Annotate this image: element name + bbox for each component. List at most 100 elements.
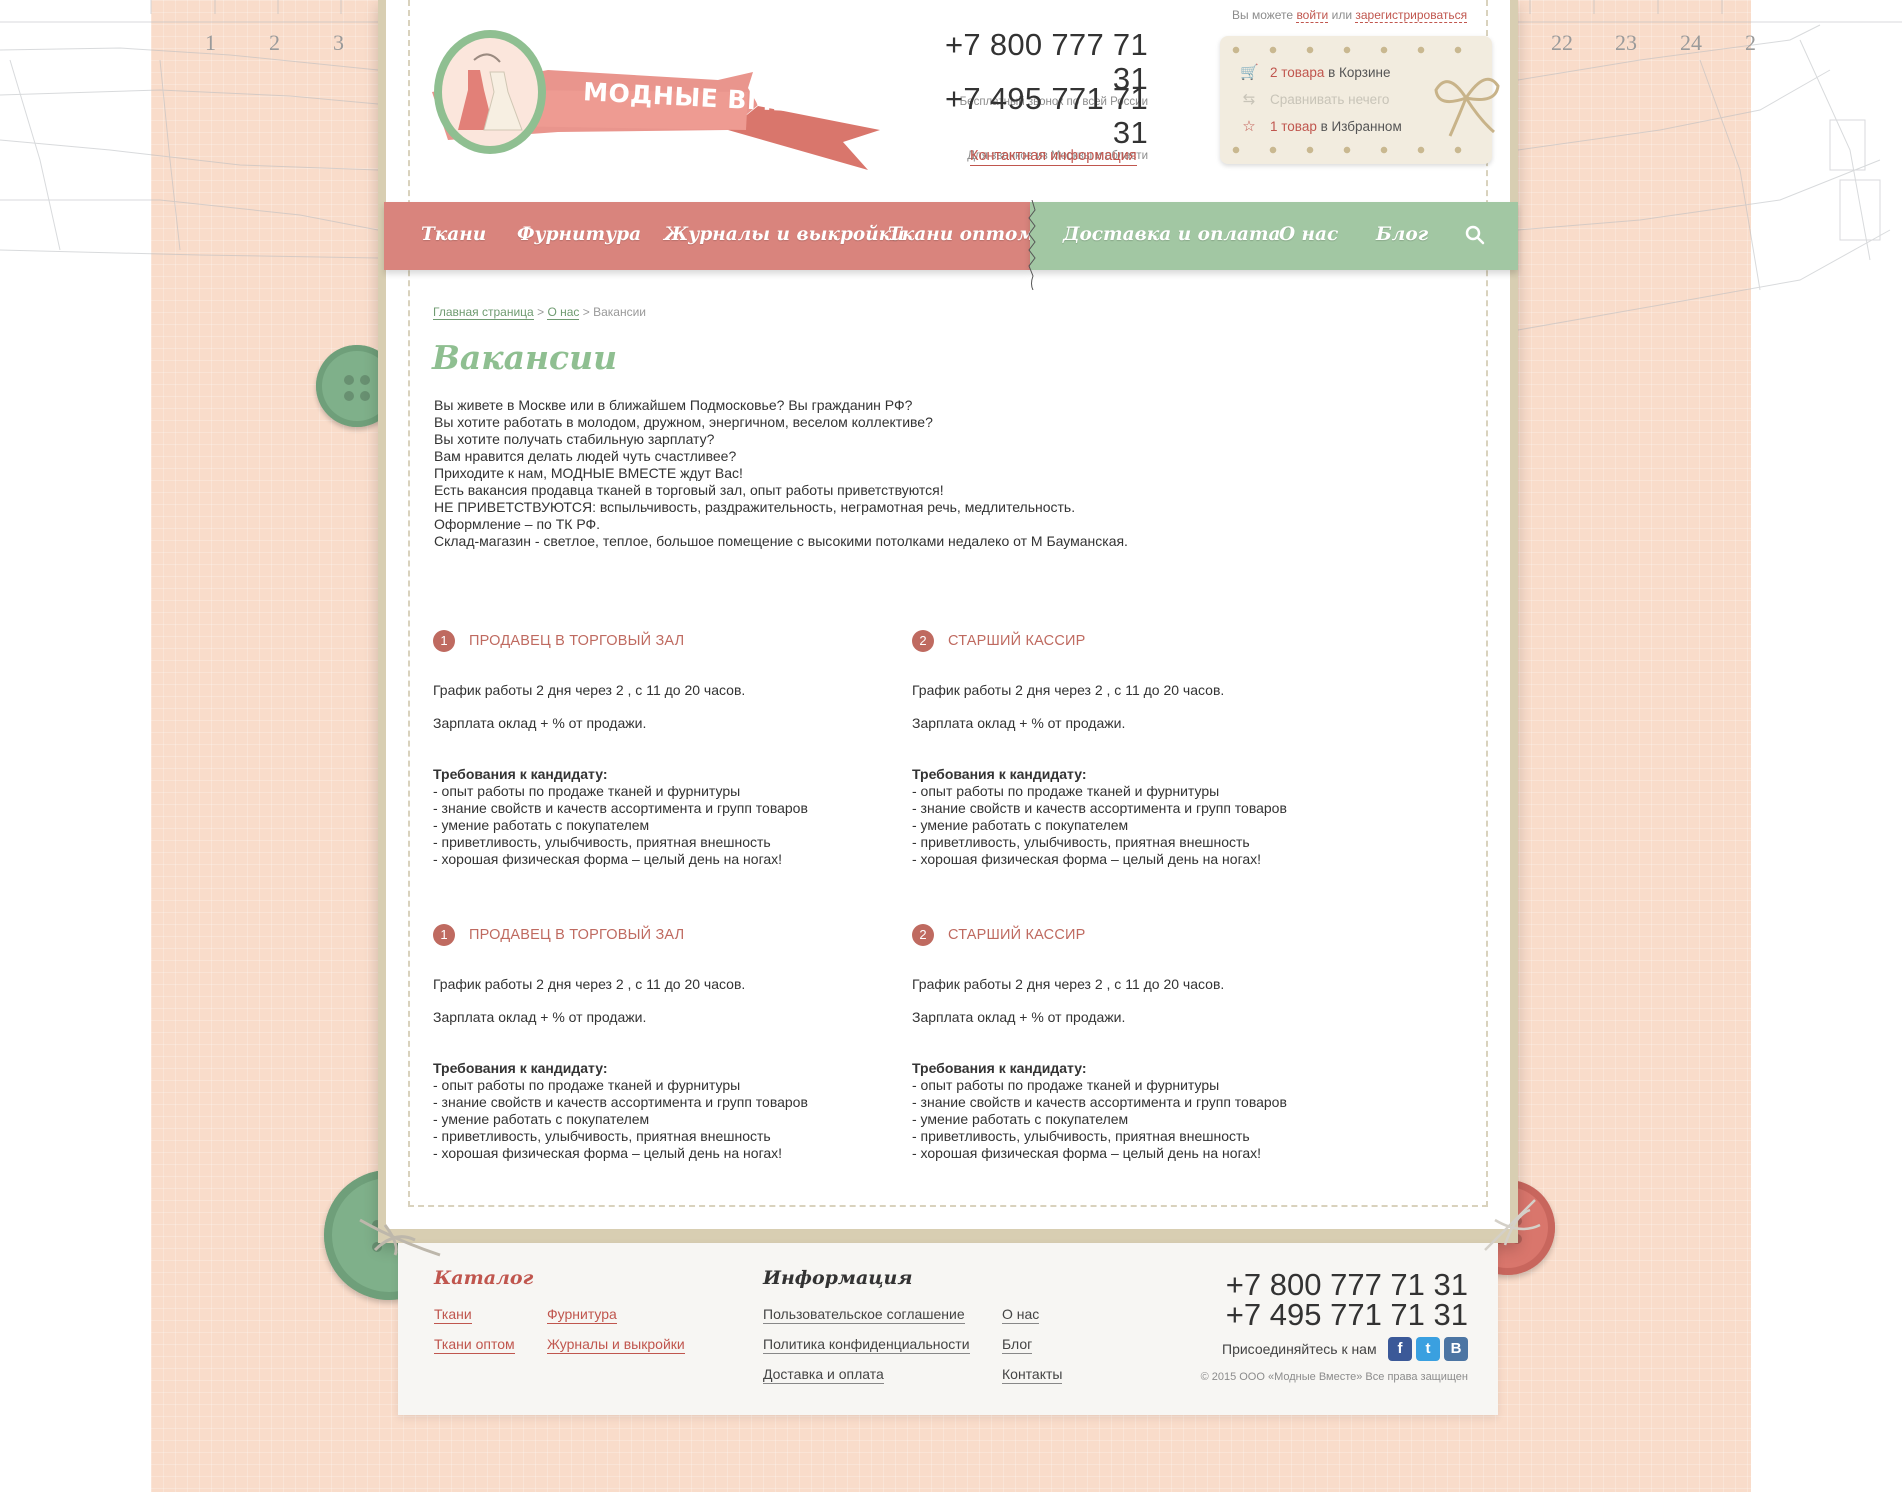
requirement-item: - опыт работы по продаже тканей и фурнит… — [433, 1077, 741, 1093]
breadcrumb-separator: > — [582, 305, 590, 319]
vacancy-title: ПРОДАВЕЦ В ТОРГОВЫЙ ЗАЛ — [469, 927, 685, 943]
copyright: © 2015 ООО «Модные Вместе» Все права защ… — [1200, 1371, 1468, 1383]
vacancy-card: 2 СТАРШИЙ КАССИР График работы 2 дня чер… — [912, 924, 1352, 1164]
cart-suffix: в Корзине — [1328, 64, 1391, 80]
main-nav-primary: Ткани Фурнитура Журналы и выкройки Ткани… — [384, 202, 1035, 270]
vacancy-heading: 1 ПРОДАВЕЦ В ТОРГОВЫЙ ЗАЛ — [433, 630, 873, 652]
nav-item-fabrics[interactable]: Ткани — [421, 224, 486, 245]
nav-item-accessories[interactable]: Фурнитура — [517, 224, 641, 245]
vacancy-salary: Зарплата оклад + % от продажи. — [912, 715, 1126, 731]
auth-prompt: Вы можете войти или зарегистрироваться — [1232, 8, 1468, 23]
footer-link-wholesale[interactable]: Ткани оптом — [434, 1335, 515, 1354]
ruler-number: 1 — [205, 30, 216, 55]
vacancy-heading: 2 СТАРШИЙ КАССИР — [912, 630, 1352, 652]
footer-link-accessories[interactable]: Фурнитура — [547, 1305, 617, 1324]
footer-link-contacts[interactable]: Контакты — [1002, 1365, 1063, 1384]
site-logo[interactable]: МОДНЫЕ ВМЕСТЕ — [428, 30, 883, 170]
facebook-icon[interactable]: f — [1388, 1337, 1412, 1361]
requirement-item: - приветливость, улыбчивость, приятная в… — [912, 834, 1250, 850]
contact-info-link[interactable]: Контактная информация — [970, 147, 1137, 166]
vacancy-number: 1 — [433, 630, 455, 652]
twitter-icon[interactable]: t — [1416, 1337, 1440, 1361]
breadcrumb-about[interactable]: О нас — [547, 305, 580, 320]
vacancy-heading: 2 СТАРШИЙ КАССИР — [912, 924, 1352, 946]
vacancy-requirements: Требования к кандидату: - опыт работы по… — [433, 766, 808, 868]
vacancy-schedule: График работы 2 дня через 2 , с 11 до 20… — [912, 682, 1225, 698]
page-title: Вакансии — [432, 338, 618, 377]
login-link[interactable]: войти — [1296, 8, 1329, 23]
requirements-title: Требования к кандидату: — [912, 1060, 1087, 1076]
requirement-item: - хорошая физическая форма – целый день … — [912, 1145, 1262, 1161]
nav-item-about[interactable]: О нас — [1279, 224, 1338, 245]
star-icon: ☆ — [1242, 118, 1256, 135]
footer-link-magazines[interactable]: Журналы и выкройки — [547, 1335, 685, 1354]
search-icon[interactable] — [1464, 224, 1486, 246]
intro-text: Вы живете в Москве или в ближайшем Подмо… — [434, 397, 1128, 550]
compare-label: Сравнивать нечего — [1270, 91, 1390, 107]
vacancy-requirements: Требования к кандидату: - опыт работы по… — [912, 1060, 1287, 1162]
vacancy-schedule: График работы 2 дня через 2 , с 11 до 20… — [433, 976, 746, 992]
vacancy-requirements: Требования к кандидату: - опыт работы по… — [433, 1060, 808, 1162]
breadcrumb-current: Вакансии — [593, 305, 647, 319]
requirement-item: - хорошая физическая форма – целый день … — [433, 1145, 783, 1161]
intro-line: Вы живете в Москве или в ближайшем Подмо… — [434, 397, 913, 413]
vacancy-title: СТАРШИЙ КАССИР — [948, 633, 1086, 649]
cart-link[interactable]: 🛒 2 товара в Корзине — [1240, 63, 1390, 81]
vk-icon[interactable]: B — [1444, 1337, 1468, 1361]
favorites-link[interactable]: ☆ 1 товар в Избранном — [1240, 117, 1402, 135]
register-link[interactable]: зарегистрироваться — [1355, 8, 1468, 23]
vacancy-schedule: График работы 2 дня через 2 , с 11 до 20… — [433, 682, 746, 698]
footer-link-delivery[interactable]: Доставка и оплата — [763, 1365, 884, 1384]
rope-decoration — [1232, 146, 1480, 154]
stitch-decoration — [408, 1205, 1488, 1207]
intro-line: Склад-магазин - светлое, теплое, большое… — [434, 533, 1128, 549]
auth-prefix: Вы можете — [1232, 8, 1294, 22]
breadcrumb: Главная страница > О нас > Вакансии — [433, 305, 647, 320]
twine-knot-decoration — [359, 1218, 441, 1257]
breadcrumb-separator: > — [537, 305, 545, 319]
compare-link[interactable]: ⇆ Сравнивать нечего — [1240, 90, 1390, 108]
breadcrumb-home[interactable]: Главная страница — [433, 305, 534, 320]
requirement-item: - умение работать с покупателем — [912, 1111, 1129, 1127]
intro-line: Вам нравится делать людей чуть счастливе… — [434, 448, 737, 464]
requirement-item: - умение работать с покупателем — [433, 1111, 650, 1127]
requirement-item: - приветливость, улыбчивость, приятная в… — [912, 1128, 1250, 1144]
ruler-number: 23 — [1615, 30, 1637, 55]
intro-line: Есть вакансия продавца тканей в торговый… — [434, 482, 944, 498]
vacancy-heading: 1 ПРОДАВЕЦ В ТОРГОВЫЙ ЗАЛ — [433, 924, 873, 946]
vacancy-title: СТАРШИЙ КАССИР — [948, 927, 1086, 943]
vacancy-title: ПРОДАВЕЦ В ТОРГОВЫЙ ЗАЛ — [469, 633, 685, 649]
thread-stitch-decoration — [1028, 200, 1036, 290]
requirements-title: Требования к кандидату: — [912, 766, 1087, 782]
footer-link-fabrics[interactable]: Ткани — [434, 1305, 472, 1324]
requirement-item: - приветливость, улыбчивость, приятная в… — [433, 1128, 771, 1144]
nav-item-delivery[interactable]: Доставка и оплата — [1063, 224, 1280, 245]
footer-link-about[interactable]: О нас — [1002, 1305, 1040, 1324]
twine-bow-decoration — [1434, 77, 1500, 137]
nav-item-blog[interactable]: Блог — [1376, 224, 1428, 245]
nav-item-wholesale[interactable]: Ткани оптом — [888, 224, 1035, 245]
footer-link-privacy[interactable]: Политика конфиденциальности — [763, 1335, 970, 1354]
vacancy-salary: Зарплата оклад + % от продажи. — [912, 1009, 1126, 1025]
requirement-item: - хорошая физическая форма – целый день … — [912, 851, 1262, 867]
phone-number[interactable]: +7 495 771 71 31 — [920, 82, 1148, 150]
ruler-number: 2 — [269, 30, 280, 55]
intro-line: Приходите к нам, МОДНЫЕ ВМЕСТЕ ждут Вас! — [434, 465, 743, 481]
footer-phone-2[interactable]: +7 495 771 71 31 — [1226, 1299, 1468, 1331]
cart-count: 2 товара — [1270, 64, 1325, 80]
favorites-suffix: в Избранном — [1320, 118, 1402, 134]
favorites-count: 1 товар — [1270, 118, 1317, 134]
user-cart-panel: 🛒 2 товара в Корзине ⇆ Сравнивать нечего… — [1220, 36, 1500, 164]
vacancy-schedule: График работы 2 дня через 2 , с 11 до 20… — [912, 976, 1225, 992]
footer-catalog-title: Каталог — [434, 1267, 534, 1289]
intro-line: Вы хотите получать стабильную зарплату? — [434, 431, 715, 447]
footer-link-blog[interactable]: Блог — [1002, 1335, 1033, 1354]
intro-line: НЕ ПРИВЕТСТВУЮТСЯ: вспыльчивость, раздра… — [434, 499, 1076, 515]
requirement-item: - умение работать с покупателем — [912, 817, 1129, 833]
footer-link-user-agreement[interactable]: Пользовательское соглашение — [763, 1305, 965, 1324]
requirement-item: - опыт работы по продаже тканей и фурнит… — [433, 783, 741, 799]
site-footer: Каталог Ткани Фурнитура Ткани оптом Журн… — [398, 1243, 1498, 1415]
requirement-item: - опыт работы по продаже тканей и фурнит… — [912, 783, 1220, 799]
requirement-item: - умение работать с покупателем — [433, 817, 650, 833]
nav-item-magazines[interactable]: Журналы и выкройки — [664, 224, 905, 245]
